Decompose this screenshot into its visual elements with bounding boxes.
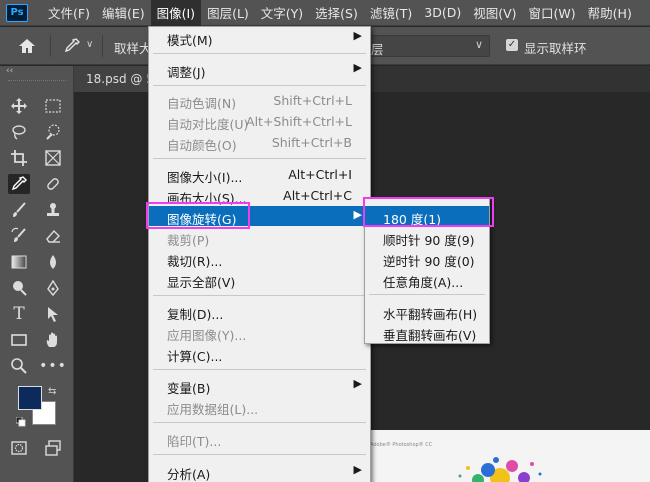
- menu-bar: Ps 文件(F) 编辑(E) 图像(I) 图层(L) 文字(Y) 选择(S) 滤…: [0, 0, 650, 26]
- menu-item-variables[interactable]: 变量(B) ▶: [149, 375, 370, 396]
- photoshop-logo-icon: Ps: [6, 3, 28, 22]
- chevron-down-icon: ∨: [474, 38, 483, 51]
- screen-mode-icon[interactable]: [42, 438, 64, 458]
- more-tools-icon[interactable]: •••: [39, 356, 66, 376]
- menu-item-duplicate[interactable]: 复制(D)...: [149, 301, 370, 322]
- menu-divider: [153, 422, 366, 423]
- menu-select[interactable]: 选择(S): [309, 0, 364, 26]
- submenu-arrow-icon: ▶: [353, 29, 362, 42]
- menu-divider: [153, 53, 366, 54]
- menu-item-mode[interactable]: 模式(M) ▶: [149, 27, 370, 48]
- swap-colors-icon[interactable]: ⇆: [48, 386, 56, 397]
- frame-tool-icon[interactable]: [42, 148, 64, 168]
- menu-item-rotate-180[interactable]: 180 度(1): [365, 206, 489, 227]
- menu-item-image-rotation[interactable]: 图像旋转(G) ▶: [149, 206, 370, 227]
- history-brush-tool-icon[interactable]: [8, 226, 30, 246]
- marquee-tool-icon[interactable]: [42, 96, 64, 116]
- menu-item-reveal-all[interactable]: 显示全部(V): [149, 269, 370, 290]
- document-tab-label: 18.psd @ 5: [86, 72, 154, 86]
- menu-item-rotate-arbitrary[interactable]: 任意角度(A)...: [365, 269, 489, 290]
- menu-item-crop[interactable]: 裁剪(P): [149, 227, 370, 248]
- chevron-down-icon[interactable]: ∨: [86, 39, 93, 50]
- menu-edit[interactable]: 编辑(E): [96, 0, 151, 26]
- menu-item-flip-vertical[interactable]: 垂直翻转画布(V): [365, 322, 489, 343]
- menu-item-rotate-90-ccw[interactable]: 逆时针 90 度(0): [365, 248, 489, 269]
- menu-help[interactable]: 帮助(H): [582, 0, 638, 26]
- options-divider: [102, 35, 103, 57]
- quick-selection-tool-icon[interactable]: [42, 122, 64, 142]
- menu-divider: [153, 369, 366, 370]
- menu-type[interactable]: 文字(Y): [255, 0, 309, 26]
- menu-item-canvas-size[interactable]: 画布大小(S)... Alt+Ctrl+C: [149, 185, 370, 206]
- menu-view[interactable]: 视图(V): [467, 0, 522, 26]
- blur-tool-icon[interactable]: [42, 252, 64, 272]
- default-colors-icon[interactable]: [15, 416, 26, 427]
- menu-divider: [153, 295, 366, 296]
- menu-item-auto-color[interactable]: 自动颜色(O) Shift+Ctrl+B: [149, 132, 370, 153]
- zoom-tool-icon[interactable]: [8, 356, 30, 376]
- eraser-tool-icon[interactable]: [42, 226, 64, 246]
- menu-item-calculations[interactable]: 计算(C)...: [149, 343, 370, 364]
- menu-item-adjustments[interactable]: 调整(J) ▶: [149, 59, 370, 80]
- options-divider: [50, 35, 51, 57]
- menu-file[interactable]: 文件(F): [42, 0, 96, 26]
- show-ring-checkbox[interactable]: ✓: [506, 39, 518, 51]
- menu-divider: [153, 85, 366, 86]
- healing-brush-tool-icon[interactable]: [42, 174, 64, 194]
- submenu-arrow-icon: ▶: [353, 377, 362, 390]
- dodge-tool-icon[interactable]: [8, 278, 30, 298]
- show-ring-label: 显示取样环: [524, 41, 587, 56]
- menu-item-flip-horizontal[interactable]: 水平翻转画布(H): [365, 301, 489, 322]
- menu-item-auto-contrast[interactable]: 自动对比度(U) Alt+Shift+Ctrl+L: [149, 111, 370, 132]
- image-menu-dropdown: 模式(M) ▶ 调整(J) ▶ 自动色调(N) Shift+Ctrl+L 自动对…: [148, 26, 371, 482]
- home-icon[interactable]: [16, 36, 38, 56]
- menu-divider: [153, 454, 366, 455]
- menu-divider: [153, 158, 366, 159]
- document-canvas-image[interactable]: Adobe® Photoshop® CC: [370, 430, 650, 482]
- menu-item-apply-image[interactable]: 应用图像(Y)...: [149, 322, 370, 343]
- gradient-tool-icon[interactable]: [8, 252, 30, 272]
- menu-item-image-size[interactable]: 图像大小(I)... Alt+Ctrl+I: [149, 164, 370, 185]
- lasso-tool-icon[interactable]: [8, 122, 30, 142]
- type-tool-icon[interactable]: T: [8, 304, 30, 324]
- menu-divider: [369, 294, 485, 295]
- brush-tool-icon[interactable]: [8, 200, 30, 220]
- panel-grip[interactable]: [8, 80, 66, 83]
- menu-3d[interactable]: 3D(D): [418, 0, 467, 26]
- submenu-arrow-icon: ▶: [353, 208, 362, 221]
- pen-tool-icon[interactable]: [42, 278, 64, 298]
- image-rotation-submenu: 180 度(1) 顺时针 90 度(9) 逆时针 90 度(0) 任意角度(A)…: [364, 198, 490, 344]
- paint-splash-illustration: [458, 457, 542, 482]
- menu-filter[interactable]: 滤镜(T): [364, 0, 418, 26]
- sample-layer-select[interactable]: 层 ∨: [358, 35, 490, 57]
- menu-item-rotate-90-cw[interactable]: 顺时针 90 度(9): [365, 227, 489, 248]
- collapse-panel-icon[interactable]: ‹‹: [6, 66, 13, 76]
- menu-item-analysis[interactable]: 分析(A) ▶: [149, 461, 370, 482]
- menu-item-apply-data-set[interactable]: 应用数据组(L)...: [149, 396, 370, 417]
- sample-size-label: 取样大: [114, 41, 152, 56]
- eyedropper-preset-icon[interactable]: [62, 36, 82, 56]
- menu-image[interactable]: 图像(I): [150, 0, 202, 26]
- menu-layer[interactable]: 图层(L): [201, 0, 255, 26]
- crop-tool-icon[interactable]: [8, 148, 30, 168]
- rectangle-tool-icon[interactable]: [8, 330, 30, 350]
- menu-window[interactable]: 窗口(W): [523, 0, 582, 26]
- menu-item-trap[interactable]: 陷印(T)...: [149, 428, 370, 449]
- foreground-color-swatch[interactable]: [18, 386, 42, 410]
- submenu-arrow-icon: ▶: [353, 61, 362, 74]
- move-tool-icon[interactable]: [8, 96, 30, 116]
- path-selection-tool-icon[interactable]: [42, 304, 64, 324]
- sample-layer-value: 层: [371, 42, 384, 57]
- submenu-arrow-icon: ▶: [353, 463, 362, 476]
- tools-panel: ‹‹ T ••• ⇆: [0, 66, 74, 482]
- hand-tool-icon[interactable]: [42, 330, 64, 350]
- eyedropper-tool-icon[interactable]: [8, 174, 30, 194]
- clone-stamp-tool-icon[interactable]: [42, 200, 64, 220]
- menu-item-auto-tone[interactable]: 自动色调(N) Shift+Ctrl+L: [149, 90, 370, 111]
- menu-item-trim[interactable]: 裁切(R)...: [149, 248, 370, 269]
- quick-mask-icon[interactable]: [8, 438, 30, 458]
